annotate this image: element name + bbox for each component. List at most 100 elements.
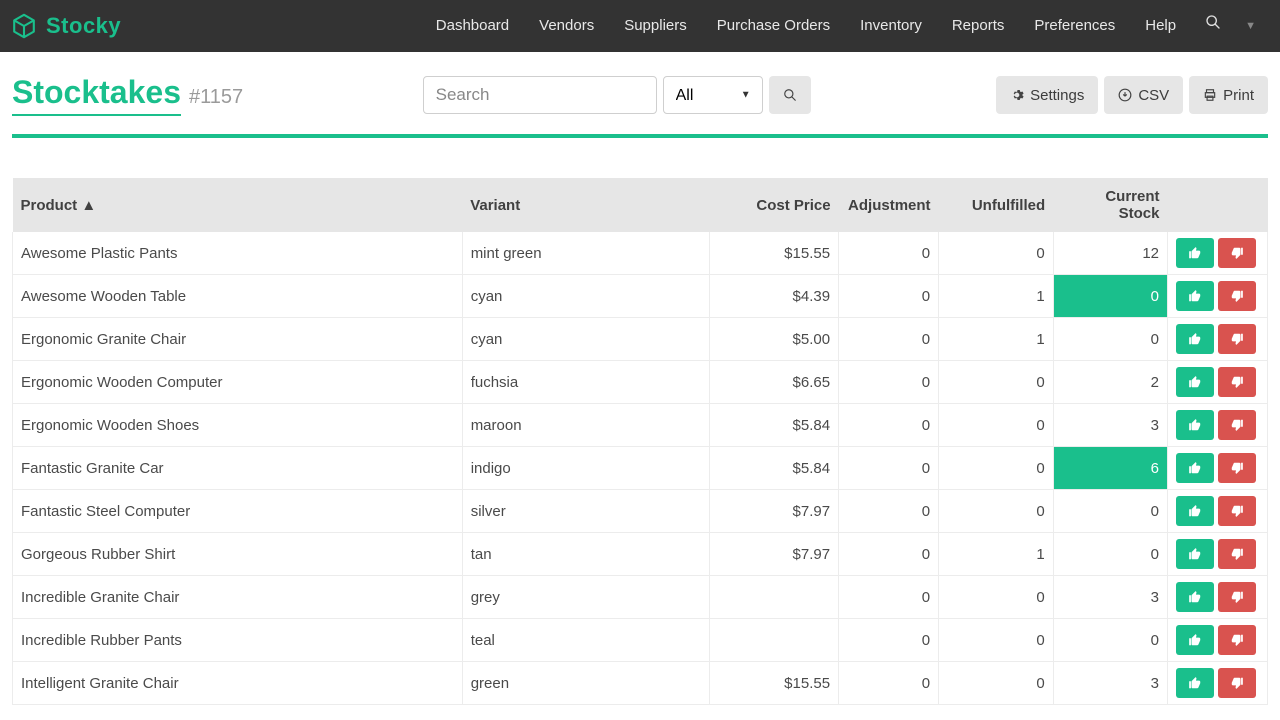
cell-cost: $7.97 (710, 490, 839, 533)
print-icon (1203, 88, 1217, 102)
cell-actions (1168, 576, 1268, 619)
settings-button[interactable]: Settings (996, 76, 1098, 114)
reject-button[interactable] (1218, 668, 1256, 698)
cell-product: Ergonomic Wooden Shoes (13, 404, 463, 447)
cell-adjustment: 0 (839, 533, 939, 576)
approve-button[interactable] (1176, 410, 1214, 440)
cell-unfulfilled: 0 (939, 619, 1054, 662)
cell-actions (1168, 447, 1268, 490)
nav-link-suppliers[interactable]: Suppliers (609, 0, 702, 52)
approve-button[interactable] (1176, 582, 1214, 612)
nav-link-dashboard[interactable]: Dashboard (421, 0, 524, 52)
reject-button[interactable] (1218, 496, 1256, 526)
cell-unfulfilled: 0 (939, 662, 1054, 705)
page-title-link[interactable]: Stocktakes (12, 74, 181, 116)
col-header-unfulfilled[interactable]: Unfulfilled (939, 178, 1054, 232)
nav-search-button[interactable] (1191, 0, 1235, 52)
thumbs-down-icon (1229, 418, 1245, 432)
col-header-cost[interactable]: Cost Price (710, 178, 839, 232)
col-header-adjustment[interactable]: Adjustment (839, 178, 939, 232)
table-row: Gorgeous Rubber Shirttan$7.97010 (13, 533, 1268, 576)
cell-product: Incredible Granite Chair (13, 576, 463, 619)
gear-icon (1010, 88, 1024, 102)
cell-unfulfilled: 0 (939, 490, 1054, 533)
reject-button[interactable] (1218, 367, 1256, 397)
approve-button[interactable] (1176, 281, 1214, 311)
nav-link-vendors[interactable]: Vendors (524, 0, 609, 52)
page-title-id: #1157 (189, 86, 243, 109)
table-row: Fantastic Granite Carindigo$5.84006 (13, 447, 1268, 490)
cell-variant: teal (462, 619, 709, 662)
cell-unfulfilled: 1 (939, 533, 1054, 576)
approve-button[interactable] (1176, 496, 1214, 526)
thumbs-down-icon (1229, 590, 1245, 604)
nav-link-preferences[interactable]: Preferences (1019, 0, 1130, 52)
page-header: Stocktakes #1157 All ▼ Settings CSV Prin… (0, 52, 1280, 124)
print-button[interactable]: Print (1189, 76, 1268, 114)
cell-stock: 3 (1053, 662, 1167, 705)
reject-button[interactable] (1218, 324, 1256, 354)
nav-links: DashboardVendorsSuppliersPurchase Orders… (421, 0, 1191, 52)
nav-link-purchase-orders[interactable]: Purchase Orders (702, 0, 845, 52)
cell-stock: 0 (1053, 490, 1167, 533)
cell-unfulfilled: 0 (939, 404, 1054, 447)
cell-stock: 0 (1053, 619, 1167, 662)
thumbs-up-icon (1187, 332, 1203, 346)
thumbs-up-icon (1187, 590, 1203, 604)
cell-cost: $6.65 (710, 361, 839, 404)
col-header-stock[interactable]: Current Stock (1053, 178, 1167, 232)
cell-unfulfilled: 0 (939, 447, 1054, 490)
cell-cost: $15.55 (710, 662, 839, 705)
brand[interactable]: Stocky (10, 12, 121, 40)
col-header-product[interactable]: Product ▲ (13, 178, 463, 232)
approve-button[interactable] (1176, 625, 1214, 655)
nav-link-reports[interactable]: Reports (937, 0, 1020, 52)
thumbs-down-icon (1229, 289, 1245, 303)
reject-button[interactable] (1218, 625, 1256, 655)
search-input[interactable] (423, 76, 657, 114)
search-icon (1205, 0, 1221, 52)
approve-button[interactable] (1176, 238, 1214, 268)
search-submit-button[interactable] (769, 76, 811, 114)
approve-button[interactable] (1176, 453, 1214, 483)
reject-button[interactable] (1218, 281, 1256, 311)
cell-adjustment: 0 (839, 576, 939, 619)
cell-variant: fuchsia (462, 361, 709, 404)
cell-unfulfilled: 0 (939, 232, 1054, 275)
reject-button[interactable] (1218, 410, 1256, 440)
approve-button[interactable] (1176, 539, 1214, 569)
cell-product: Fantastic Granite Car (13, 447, 463, 490)
col-header-actions (1168, 178, 1268, 232)
cell-actions (1168, 232, 1268, 275)
cell-actions (1168, 490, 1268, 533)
thumbs-up-icon (1187, 418, 1203, 432)
cell-stock: 2 (1053, 361, 1167, 404)
nav-user-menu-caret[interactable]: ▼ (1235, 20, 1266, 32)
cell-stock: 0 (1053, 318, 1167, 361)
thumbs-down-icon (1229, 676, 1245, 690)
nav-link-inventory[interactable]: Inventory (845, 0, 937, 52)
reject-button[interactable] (1218, 582, 1256, 612)
table-row: Ergonomic Granite Chaircyan$5.00010 (13, 318, 1268, 361)
cell-unfulfilled: 0 (939, 361, 1054, 404)
col-header-variant[interactable]: Variant (462, 178, 709, 232)
thumbs-up-icon (1187, 246, 1203, 260)
cell-variant: tan (462, 533, 709, 576)
reject-button[interactable] (1218, 453, 1256, 483)
thumbs-down-icon (1229, 246, 1245, 260)
cell-unfulfilled: 1 (939, 275, 1054, 318)
approve-button[interactable] (1176, 668, 1214, 698)
cell-variant: maroon (462, 404, 709, 447)
filter-select[interactable]: All (663, 76, 763, 114)
nav-link-help[interactable]: Help (1130, 0, 1191, 52)
cell-actions (1168, 404, 1268, 447)
cell-unfulfilled: 1 (939, 318, 1054, 361)
reject-button[interactable] (1218, 238, 1256, 268)
approve-button[interactable] (1176, 324, 1214, 354)
search-icon (783, 88, 797, 102)
csv-button[interactable]: CSV (1104, 76, 1183, 114)
approve-button[interactable] (1176, 367, 1214, 397)
cell-variant: green (462, 662, 709, 705)
reject-button[interactable] (1218, 539, 1256, 569)
brand-logo-icon (10, 12, 38, 40)
